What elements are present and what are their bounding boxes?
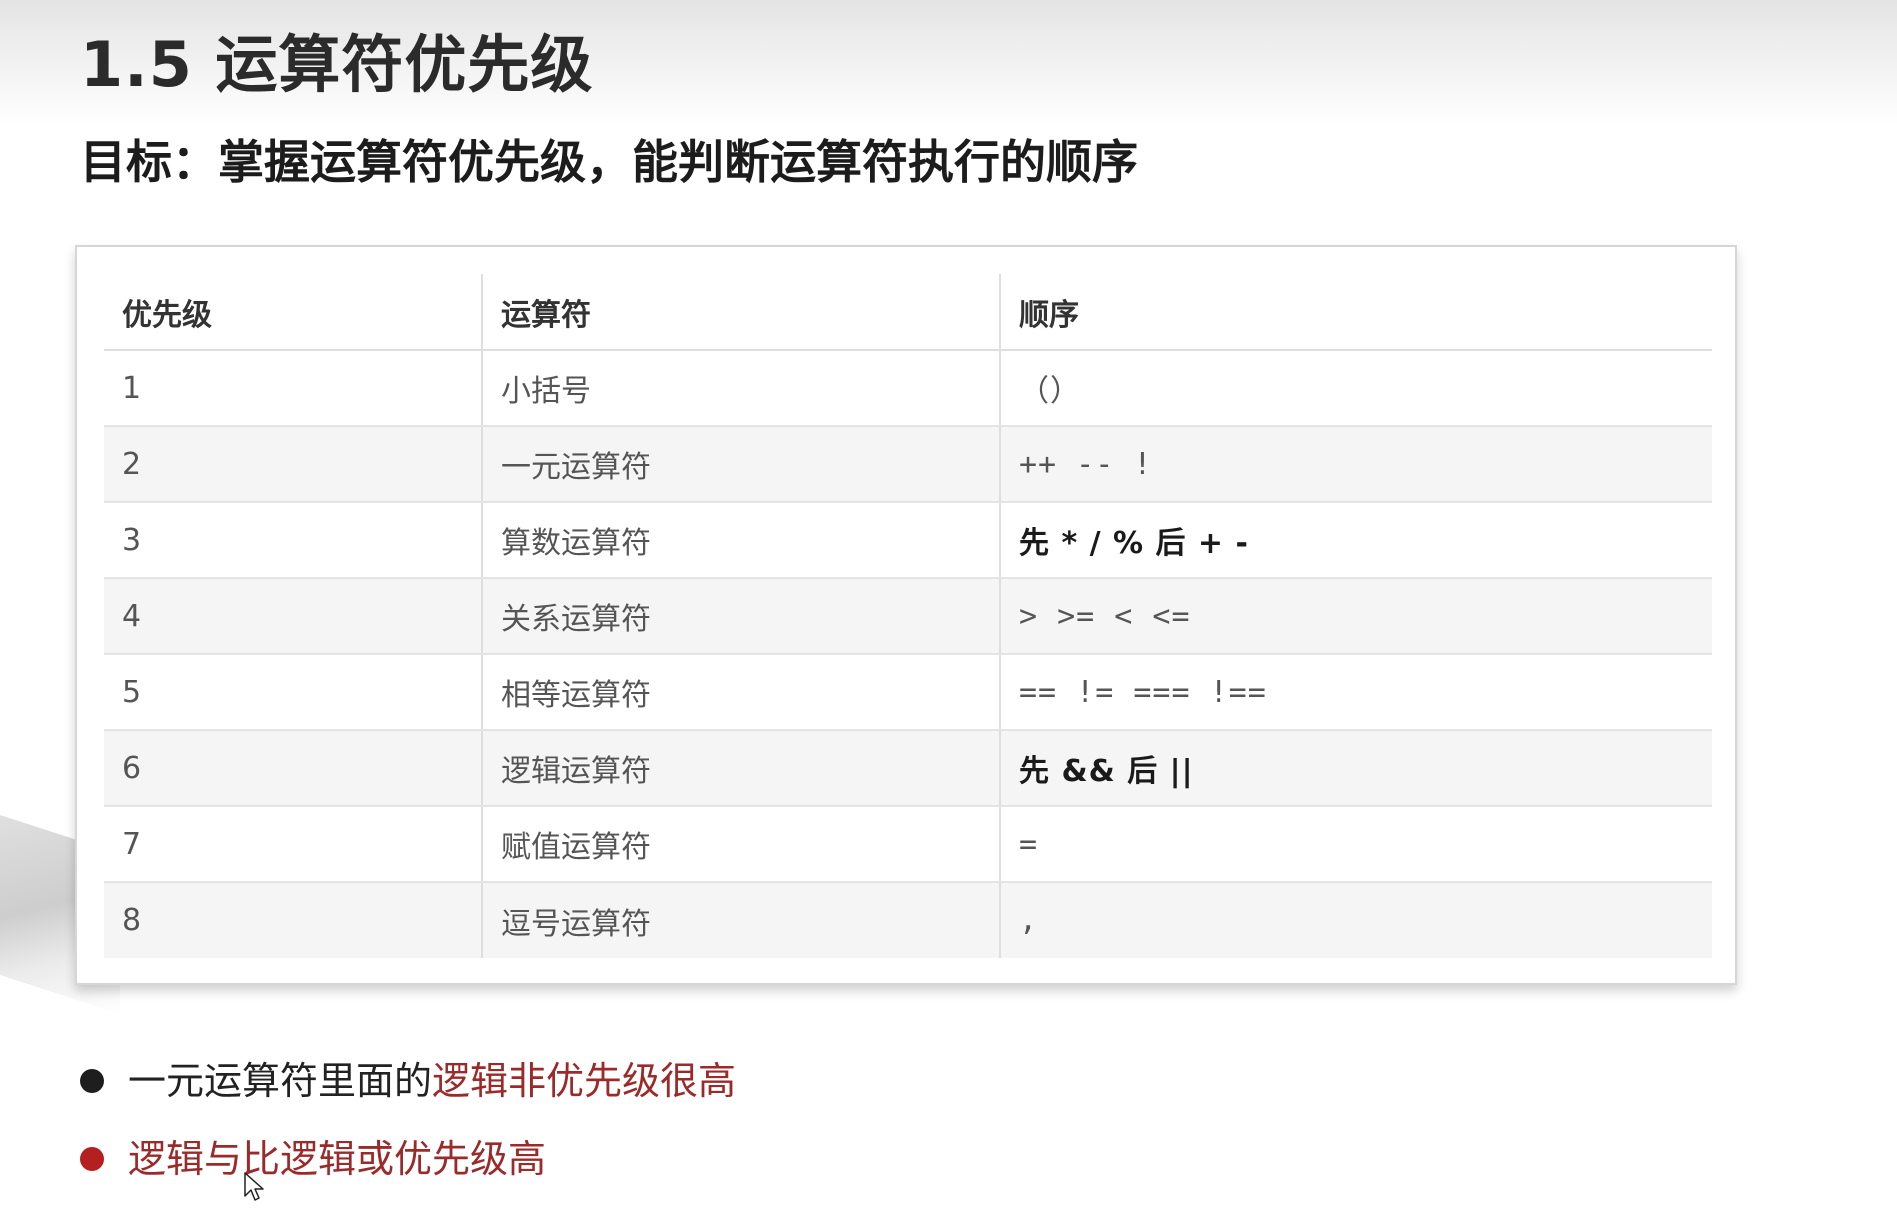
operator-cell: 赋值运算符 [481, 806, 1000, 883]
note-item: 逻辑与比逻辑或优先级高 [80, 1128, 736, 1206]
note-plain-text: 一元运算符里面的 [128, 1059, 433, 1103]
bullet-dot-icon [80, 1069, 104, 1093]
table-row: 6 逻辑运算符 先 && 后 || [104, 730, 1712, 807]
notes-list: 一元运算符里面的逻辑非优先级很高 逻辑与比逻辑或优先级高 [80, 1050, 736, 1206]
order-cell: 先 * / % 后 + - [999, 502, 1712, 579]
order-cell: = [999, 806, 1712, 883]
goal-text: 目标：掌握运算符优先级，能判断运算符执行的顺序 [80, 135, 1138, 189]
operator-cell: 小括号 [481, 350, 1000, 427]
priority-cell: 3 [104, 502, 482, 579]
slide-title: 1.5 运算符优先级 [80, 28, 594, 101]
table-row: 4 关系运算符 > >= < <= [104, 578, 1712, 655]
order-cell: == != === !== [999, 654, 1712, 731]
order-cell: > >= < <= [999, 578, 1712, 655]
priority-cell: 5 [104, 654, 482, 731]
note-item: 一元运算符里面的逻辑非优先级很高 [80, 1050, 736, 1128]
operator-cell: 关系运算符 [481, 578, 1000, 655]
priority-cell: 6 [104, 730, 482, 807]
precedence-table: 优先级 运算符 顺序 1 小括号 （） 2 一元运算符 ++ -- ! 3 算数… [104, 274, 1712, 958]
table-row: 7 赋值运算符 = [104, 806, 1712, 883]
priority-cell: 1 [104, 350, 482, 427]
header-order: 顺序 [999, 274, 1712, 351]
operator-cell: 一元运算符 [481, 426, 1000, 503]
operator-cell: 逗号运算符 [481, 882, 1000, 958]
order-cell: , [999, 882, 1712, 958]
table-row: 8 逗号运算符 , [104, 882, 1712, 958]
table-row: 1 小括号 （） [104, 350, 1712, 427]
operator-cell: 逻辑运算符 [481, 730, 1000, 807]
table-row: 2 一元运算符 ++ -- ! [104, 426, 1712, 503]
table-row: 3 算数运算符 先 * / % 后 + - [104, 502, 1712, 579]
order-cell: ++ -- ! [999, 426, 1712, 503]
table-row: 5 相等运算符 == != === !== [104, 654, 1712, 731]
table-header-row: 优先级 运算符 顺序 [104, 274, 1712, 351]
bullet-dot-icon [80, 1147, 104, 1171]
priority-cell: 2 [104, 426, 482, 503]
priority-cell: 4 [104, 578, 482, 655]
header-operator: 运算符 [481, 274, 1000, 351]
precedence-table-card: 优先级 运算符 顺序 1 小括号 （） 2 一元运算符 ++ -- ! 3 算数… [75, 245, 1737, 985]
order-cell: 先 && 后 || [999, 730, 1712, 807]
priority-cell: 7 [104, 806, 482, 883]
note-emphasis-text: 逻辑与比逻辑或优先级高 [128, 1137, 547, 1181]
note-emphasis-text: 逻辑非优先级很高 [432, 1059, 737, 1103]
operator-cell: 相等运算符 [481, 654, 1000, 731]
operator-cell: 算数运算符 [481, 502, 1000, 579]
header-priority: 优先级 [104, 274, 482, 351]
priority-cell: 8 [104, 882, 482, 958]
order-cell: （） [999, 350, 1712, 427]
mouse-pointer-icon [244, 1172, 264, 1201]
